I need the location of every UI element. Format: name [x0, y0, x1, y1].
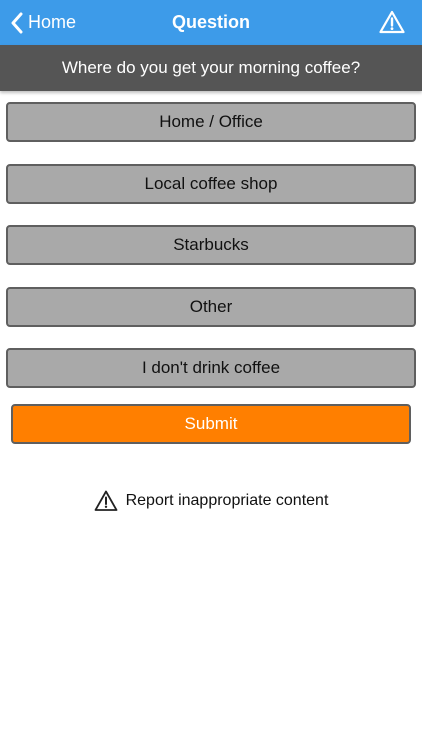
option-button-local-coffee-shop[interactable]: Local coffee shop — [6, 164, 416, 204]
back-button-label: Home — [28, 12, 77, 32]
warning-triangle-icon — [379, 10, 405, 34]
option-button-other[interactable]: Other — [6, 287, 416, 327]
option-button-starbucks[interactable]: Starbucks — [6, 225, 416, 265]
warning-triangle-icon — [94, 490, 117, 511]
submit-button[interactable]: Submit — [11, 404, 411, 444]
report-content-link[interactable]: Report inappropriate content — [0, 488, 422, 514]
back-button[interactable]: Home — [10, 0, 76, 45]
report-alert-button[interactable] — [379, 10, 405, 34]
option-button-no-coffee[interactable]: I don't drink coffee — [6, 348, 416, 388]
option-button-home-office[interactable]: Home / Office — [6, 102, 416, 142]
navigation-bar: Home Question — [0, 0, 422, 45]
chevron-left-icon — [11, 12, 23, 33]
report-content-label: Report inappropriate content — [125, 492, 329, 509]
question-text: Where do you get your morning coffee? — [0, 45, 422, 91]
